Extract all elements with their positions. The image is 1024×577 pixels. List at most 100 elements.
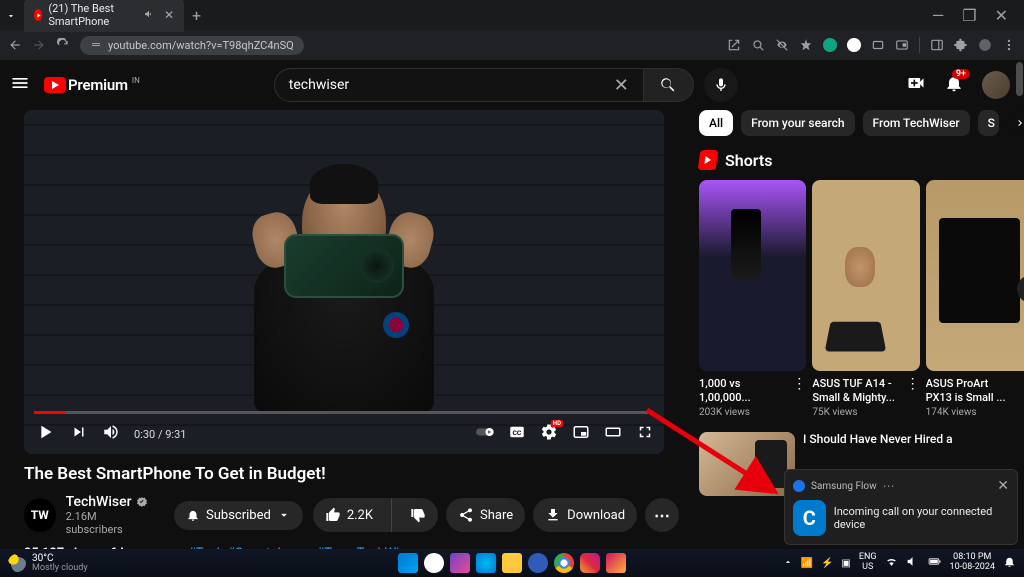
tab-strip: (21) The Best SmartPhone ✕ + — ❐ ✕: [0, 0, 1024, 30]
youtube-logo[interactable]: Premium IN: [44, 76, 140, 94]
settings-button[interactable]: HD: [540, 423, 558, 445]
chip-partial[interactable]: S: [978, 110, 999, 136]
thunderbird-button[interactable]: [528, 553, 548, 573]
progress-bar[interactable]: [34, 411, 654, 414]
weather-widget[interactable]: 30°CMostly cloudy: [8, 554, 88, 573]
video-player[interactable]: 0:30 / 9:31 CC HD: [24, 110, 664, 454]
toast-close-button[interactable]: ✕: [997, 478, 1009, 494]
next-button[interactable]: [70, 423, 88, 445]
short-card[interactable]: 1,000 vs 1,00,000...203K views⋮: [699, 180, 806, 418]
volume-icon[interactable]: [906, 555, 919, 571]
url-text: youtube.com/watch?v=T98qhZC4nSQ: [108, 39, 294, 52]
search-clear-icon[interactable]: ✕: [614, 75, 629, 96]
clock[interactable]: 08:10 PM10-08-2024: [950, 553, 995, 573]
profile-icon[interactable]: [978, 38, 992, 52]
start-button[interactable]: [398, 553, 418, 573]
window-minimize-icon[interactable]: —: [932, 6, 945, 25]
play-button[interactable]: [34, 421, 56, 447]
channel-avatar[interactable]: TW: [24, 498, 56, 532]
notifications-tray-icon[interactable]: [1003, 555, 1016, 571]
search-value: techwiser: [289, 77, 349, 93]
dislike-button[interactable]: [398, 500, 438, 530]
chip-all[interactable]: All: [699, 110, 733, 136]
voice-search-button[interactable]: [704, 68, 738, 102]
user-avatar[interactable]: [982, 71, 1010, 99]
site-info-icon[interactable]: [90, 39, 102, 51]
channel-name[interactable]: TechWiser: [66, 494, 150, 510]
window-close-icon[interactable]: ✕: [995, 6, 1008, 25]
ext-icon-3[interactable]: [871, 38, 885, 52]
chevron-down-icon: [277, 508, 291, 522]
search-button[interactable]: [644, 68, 694, 102]
ext-icon-1[interactable]: [823, 38, 837, 52]
language-indicator[interactable]: ENGUS: [859, 553, 877, 573]
hamburger-menu-button[interactable]: [10, 73, 30, 97]
more-actions-button[interactable]: ⋯: [645, 498, 679, 532]
meta-row: TW TechWiser 2.16M subscribers Subscribe…: [24, 494, 679, 536]
tab-close-icon[interactable]: ✕: [164, 8, 174, 22]
fullscreen-button[interactable]: [636, 423, 654, 445]
theater-button[interactable]: [604, 423, 622, 445]
toast-menu-icon[interactable]: ⋯: [883, 479, 895, 493]
new-tab-button[interactable]: +: [192, 6, 201, 25]
screen-rec-button[interactable]: [606, 553, 626, 573]
short-views: 75K views: [812, 407, 901, 418]
instagram-button[interactable]: [580, 553, 600, 573]
miniplayer-button[interactable]: [572, 423, 590, 445]
autoplay-toggle[interactable]: [476, 423, 494, 445]
tab-audio-icon[interactable]: [144, 9, 154, 22]
create-button[interactable]: [906, 73, 926, 97]
weather-desc: Mostly cloudy: [32, 564, 88, 573]
file-explorer-button[interactable]: [502, 553, 522, 573]
ext-icon-4[interactable]: [895, 38, 909, 52]
zoom-icon[interactable]: [751, 38, 765, 52]
download-button[interactable]: Download: [533, 498, 637, 532]
open-external-icon[interactable]: [727, 38, 741, 52]
url-input[interactable]: youtube.com/watch?v=T98qhZC4nSQ: [80, 36, 304, 55]
taskbar-search-button[interactable]: [424, 553, 444, 573]
chip-from-search[interactable]: From your search: [741, 110, 854, 136]
tray-app-icon-2[interactable]: ⚡: [821, 558, 833, 569]
share-button[interactable]: Share: [446, 498, 525, 532]
browser-tab[interactable]: (21) The Best SmartPhone ✕: [24, 0, 184, 32]
short-card[interactable]: ASUS TUF A14 - Small & Mighty...75K view…: [812, 180, 919, 418]
short-thumbnail[interactable]: [926, 180, 1024, 371]
side-panel-icon[interactable]: [930, 38, 944, 52]
notifications-button[interactable]: 9+: [944, 73, 964, 97]
tray-app-icon-3[interactable]: ▣: [841, 558, 850, 569]
tray-chevron-icon[interactable]: [783, 557, 793, 570]
tab-dropdown-chevron[interactable]: [6, 6, 16, 25]
window-maximize-icon[interactable]: ❐: [962, 6, 976, 25]
like-button[interactable]: 2.2K: [313, 500, 385, 530]
tray-app-icon-1[interactable]: 📶: [801, 558, 813, 569]
copilot-button[interactable]: [476, 553, 496, 573]
browser-menu-icon[interactable]: [1002, 38, 1016, 52]
battery-icon[interactable]: [927, 555, 942, 571]
subscribe-button[interactable]: Subscribed: [174, 501, 303, 530]
chrome-button[interactable]: [554, 553, 574, 573]
eye-off-icon[interactable]: [775, 38, 789, 52]
nav-back-button[interactable]: [8, 38, 22, 52]
short-menu-button[interactable]: ⋮: [906, 377, 920, 419]
notification-toast[interactable]: Samsung Flow ⋯ ✕ C Incoming call on your…: [784, 469, 1018, 545]
bookmark-icon[interactable]: [799, 38, 813, 52]
task-view-button[interactable]: [450, 553, 470, 573]
captions-button[interactable]: CC: [508, 423, 526, 445]
nav-reload-button[interactable]: [56, 38, 70, 52]
video-column: 0:30 / 9:31 CC HD The Best SmartPhone To…: [24, 110, 679, 549]
ext-icon-2[interactable]: [847, 38, 861, 52]
system-tray: 📶 ⚡ ▣ ENGUS 08:10 PM10-08-2024: [783, 553, 1016, 573]
chip-from-channel[interactable]: From TechWiser: [863, 110, 970, 136]
rec-thumbnail[interactable]: [699, 432, 795, 496]
premium-label: Premium: [68, 76, 128, 94]
wifi-icon[interactable]: [885, 555, 898, 571]
search-input[interactable]: techwiser ✕: [274, 68, 644, 102]
nav-forward-button[interactable]: [32, 38, 46, 52]
windows-taskbar: 30°CMostly cloudy 📶 ⚡ ▣ ENGUS 08:10 PM10…: [0, 549, 1024, 577]
short-thumbnail[interactable]: [699, 180, 806, 371]
short-menu-button[interactable]: ⋮: [792, 377, 806, 419]
short-card[interactable]: ASUS ProArt PX13 is Small ...174K views⋮: [926, 180, 1024, 418]
short-thumbnail[interactable]: [812, 180, 919, 371]
volume-button[interactable]: [102, 423, 120, 445]
extensions-icon[interactable]: [954, 38, 968, 52]
